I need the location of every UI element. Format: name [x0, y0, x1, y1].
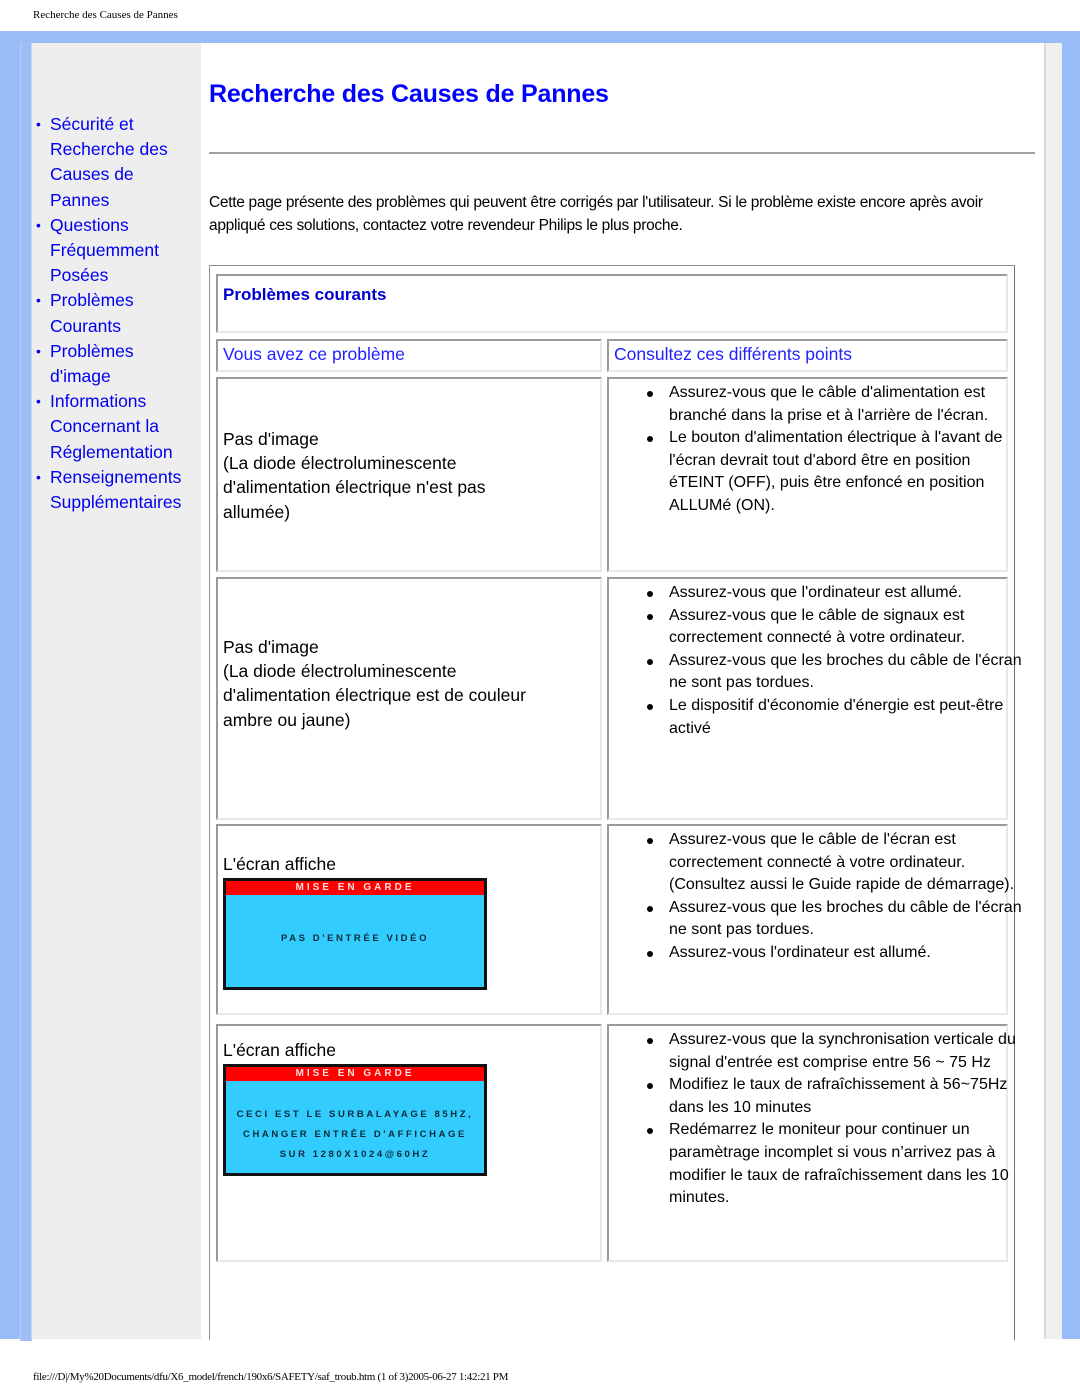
checks-list: Assurez-vous que le câble d'alimentation… — [635, 382, 1029, 518]
troubleshooting-table: Problèmes courants Vous avez ce problème… — [209, 265, 1022, 1340]
intro-text: Cette page présente des problèmes qui pe… — [209, 194, 983, 234]
sidebar-item-problemes-courants[interactable]: • Problèmes Courants — [36, 288, 200, 338]
table-row-3-checks: Assurez-vous que le câble de l'écran est… — [607, 824, 1022, 1015]
print-header: Recherche des Causes de Pannes — [33, 9, 178, 21]
check-item: Assurez-vous que les broches du câble de… — [647, 650, 1029, 695]
check-item: Redémarrez le moniteur pour continuer un… — [647, 1119, 1029, 1209]
table-row-1-checks: Assurez-vous que le câble d'alimentation… — [607, 377, 1008, 572]
table-row-3-problem: L'écran affiche MISE EN GARDE PAS D'ENTR… — [216, 824, 602, 1015]
check-item: Modifiez le taux de rafraîchissement à 5… — [647, 1074, 1029, 1119]
check-item: Assurez-vous que le câble de l'écran est… — [647, 829, 1029, 897]
sidebar-item-problemes-image[interactable]: • Problèmes d'image — [36, 339, 200, 389]
col-header-problem: Vous avez ce problème — [216, 339, 602, 372]
check-item: Assurez-vous que la synchronisation vert… — [647, 1029, 1029, 1074]
osd-header: MISE EN GARDE — [226, 881, 484, 895]
bullet-icon: • — [36, 342, 41, 359]
osd-message: CECI EST LE SURBALAYAGE 85HZ, CHANGER EN… — [236, 1109, 474, 1160]
check-item: Assurez-vous l'ordinateur est allumé. — [647, 942, 1029, 965]
bullet-icon: • — [36, 216, 41, 233]
sidebar-item-securite[interactable]: • Sécurité et Recherche des Causes de Panne… — [36, 112, 200, 213]
check-item: Assurez-vous que le câble de signaux est… — [647, 605, 1029, 650]
check-item: Assurez-vous que les broches du câble de… — [647, 897, 1029, 942]
section-title-cell: Problèmes courants — [216, 274, 1008, 333]
bullet-icon: • — [36, 468, 41, 485]
sidebar-link[interactable]: Questions Fréquemment Posées — [50, 215, 159, 285]
sidebar-item-questions[interactable]: • Questions Fréquemment Posées — [36, 213, 200, 289]
table-row-1-problem: Pas d'image (La diode électroluminescent… — [216, 377, 602, 572]
table-row-4-checks: Assurez-vous que la synchronisation vert… — [607, 1024, 1016, 1262]
sidebar-link[interactable]: Problèmes d'image — [50, 341, 134, 386]
table-row-2-problem: Pas d'image (La diode électroluminescent… — [216, 577, 602, 820]
sidebar-link[interactable]: Sécurité et Recherche des Causes de Pannes — [50, 114, 168, 210]
check-item: Le dispositif d'économie d'énergie est p… — [647, 695, 1029, 740]
osd-message: PAS D'ENTRÉE VIDÉO — [280, 933, 430, 944]
sidebar-item-renseignements[interactable]: • Renseignements Supplémentaires — [36, 465, 200, 515]
checks-list: Assurez-vous que la synchronisation vert… — [635, 1029, 1029, 1210]
frame-right-edge — [1044, 43, 1062, 1339]
bullet-icon: • — [36, 116, 41, 132]
page-title: Recherche des Causes de Pannes — [209, 80, 609, 108]
check-item: Assurez-vous que l'ordinateur est allumé… — [647, 582, 1029, 605]
sidebar-item-reglementation[interactable]: • Informations Concernant la Réglementatio… — [36, 389, 200, 465]
osd-warning-image: MISE EN GARDE PAS D'ENTRÉE VIDÉO — [223, 878, 487, 990]
problem-text: Pas d'image (La diode électroluminescent… — [223, 429, 486, 522]
sidebar-link[interactable]: Renseignements Supplémentaires — [50, 467, 181, 512]
problem-text: L'écran affiche — [223, 854, 336, 874]
bullet-icon: • — [36, 292, 41, 309]
check-item: Assurez-vous que le câble d'alimentation… — [647, 382, 1029, 427]
check-item: Le bouton d'alimentation électrique à l'… — [647, 427, 1029, 517]
problem-text: Pas d'image (La diode électroluminescent… — [223, 637, 526, 730]
bullet-icon: • — [36, 393, 41, 410]
osd-header: MISE EN GARDE — [226, 1067, 484, 1081]
sidebar-link[interactable]: Informations Concernant la Réglementation — [50, 391, 173, 461]
col-header-checks: Consultez ces différents points — [607, 339, 1008, 372]
checks-list: Assurez-vous que l'ordinateur est allumé… — [635, 582, 1029, 740]
sidebar-nav: • Sécurité et Recherche des Causes de Panne… — [36, 112, 200, 515]
section-title: Problèmes courants — [223, 285, 387, 304]
osd-warning-image: MISE EN GARDE CECI EST LE SURBALAYAGE 85… — [223, 1064, 487, 1176]
checks-list: Assurez-vous que le câble de l'écran est… — [635, 829, 1029, 965]
problem-text: L'écran affiche — [223, 1040, 336, 1060]
title-divider — [209, 152, 1035, 154]
table-row-4-problem: L'écran affiche MISE EN GARDE CECI EST L… — [216, 1024, 602, 1262]
table-row-2-checks: Assurez-vous que l'ordinateur est allumé… — [607, 577, 1022, 820]
print-footer: file:///D|/My%20Documents/dfu/X6_model/f… — [33, 1371, 509, 1383]
sidebar-link[interactable]: Problèmes Courants — [50, 290, 134, 335]
